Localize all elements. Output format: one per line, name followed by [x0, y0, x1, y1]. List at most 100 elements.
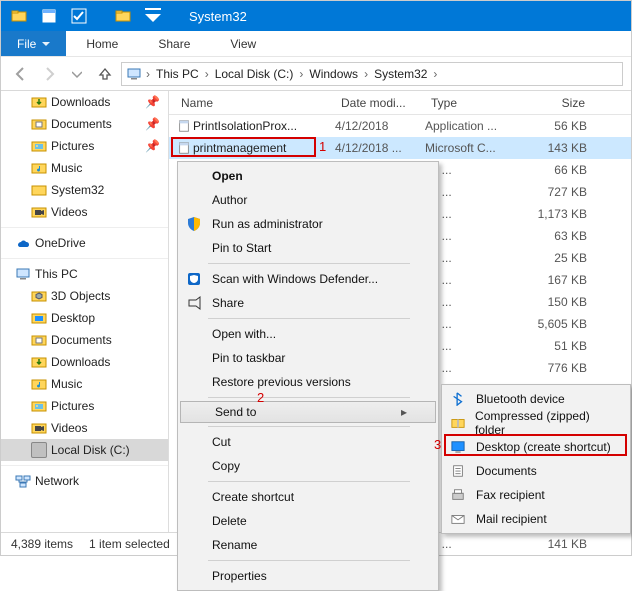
status-selected: 1 item selected [89, 537, 170, 551]
chevron-right-icon: ▸ [401, 405, 407, 419]
zip-folder-icon [448, 416, 467, 430]
pc-icon [126, 66, 142, 82]
pin-icon: 📌 [145, 95, 160, 109]
status-count: 4,389 items [11, 537, 73, 551]
share-tab[interactable]: Share [138, 31, 210, 56]
ctx-cut[interactable]: Cut [178, 430, 438, 454]
folder-app-icon [7, 8, 31, 24]
ctx-send-to[interactable]: Send to▸ [180, 401, 436, 423]
ctx-scan-defender[interactable]: Scan with Windows Defender... [178, 267, 438, 291]
network-icon [15, 473, 31, 489]
tree-item-system32[interactable]: System32 [1, 179, 168, 201]
quick-access-toolbar [1, 8, 185, 24]
crumb-windows[interactable]: Windows [307, 65, 360, 83]
fax-icon [448, 488, 468, 502]
ctx-create-shortcut[interactable]: Create shortcut [178, 485, 438, 509]
tree-item-documents[interactable]: Documents📌 [1, 113, 168, 135]
defender-icon [184, 271, 204, 287]
qat-checkbox-icon[interactable] [67, 8, 91, 24]
ctx-run-admin[interactable]: Run as administrator [178, 212, 438, 236]
tree-item-videos[interactable]: Videos [1, 417, 168, 439]
ctx-delete[interactable]: Delete [178, 509, 438, 533]
ctx-pin-start[interactable]: Pin to Start [178, 236, 438, 260]
tree-local-disk[interactable]: Local Disk (C:) [1, 439, 168, 461]
mail-icon [448, 512, 468, 526]
ctx-open-with[interactable]: Open with... [178, 322, 438, 346]
tree-item-desktop[interactable]: Desktop [1, 307, 168, 329]
navbar: › This PC › Local Disk (C:) › Windows › … [1, 57, 631, 91]
sendto-bluetooth[interactable]: Bluetooth device [442, 387, 630, 411]
chevron-right-icon[interactable]: › [431, 67, 439, 81]
tree-item-downloads[interactable]: Downloads📌 [1, 91, 168, 113]
tree-item-music[interactable]: Music [1, 373, 168, 395]
col-name[interactable]: Name [175, 91, 335, 114]
file-tab[interactable]: File [1, 31, 66, 56]
crumb-system32[interactable]: System32 [372, 65, 429, 83]
shield-icon [184, 216, 204, 232]
titlebar: System32 [1, 1, 631, 31]
chevron-right-icon[interactable]: › [203, 67, 211, 81]
sendto-zip[interactable]: Compressed (zipped) folder [442, 411, 630, 435]
ctx-copy[interactable]: Copy [178, 454, 438, 478]
drive-icon [31, 442, 47, 458]
tree-onedrive[interactable]: OneDrive [1, 232, 168, 254]
documents-icon [448, 464, 468, 478]
crumb-drive[interactable]: Local Disk (C:) [213, 65, 296, 83]
col-date[interactable]: Date modi... [335, 91, 425, 114]
tree-thispc[interactable]: This PC [1, 263, 168, 285]
history-dropdown[interactable] [65, 62, 89, 86]
tree-item-documents[interactable]: Documents [1, 329, 168, 351]
column-headers[interactable]: Name Date modi... Type Size [169, 91, 631, 115]
dropdown-icon[interactable] [141, 8, 165, 24]
ctx-share[interactable]: Share [178, 291, 438, 315]
onedrive-icon [15, 235, 31, 251]
tree-item-pictures[interactable]: Pictures📌 [1, 135, 168, 157]
breadcrumb[interactable]: › This PC › Local Disk (C:) › Windows › … [121, 62, 623, 86]
ctx-author[interactable]: Author [178, 188, 438, 212]
file-row[interactable]: PrintIsolationProx...4/12/2018Applicatio… [169, 115, 631, 137]
file-list[interactable]: Name Date modi... Type Size PrintIsolati… [169, 91, 631, 532]
chevron-right-icon[interactable]: › [297, 67, 305, 81]
share-icon [184, 295, 204, 311]
up-button[interactable] [93, 62, 117, 86]
tree-item-3d-objects[interactable]: 3D Objects [1, 285, 168, 307]
sendto-desktop[interactable]: Desktop (create shortcut) [442, 435, 630, 459]
ctx-restore-versions[interactable]: Restore previous versions [178, 370, 438, 394]
tree-item-music[interactable]: Music [1, 157, 168, 179]
ribbon-menubar: File Home Share View [1, 31, 631, 57]
chevron-right-icon[interactable]: › [362, 67, 370, 81]
forward-button[interactable] [37, 62, 61, 86]
file-row[interactable]: printmanagement4/12/2018 ...Microsoft C.… [169, 137, 631, 159]
nav-tree[interactable]: Downloads📌Documents📌Pictures📌MusicSystem… [1, 91, 169, 532]
ctx-rename[interactable]: Rename [178, 533, 438, 557]
tree-item-videos[interactable]: Videos [1, 201, 168, 223]
folder-title-icon [111, 8, 135, 24]
pin-icon: 📌 [145, 139, 160, 153]
context-menu[interactable]: Open Author Run as administrator Pin to … [177, 161, 439, 591]
ctx-open[interactable]: Open [178, 164, 438, 188]
back-button[interactable] [9, 62, 33, 86]
pc-icon [15, 266, 31, 282]
ctx-pin-taskbar[interactable]: Pin to taskbar [178, 346, 438, 370]
pin-icon: 📌 [145, 117, 160, 131]
tree-item-pictures[interactable]: Pictures [1, 395, 168, 417]
sendto-mail[interactable]: Mail recipient [442, 507, 630, 531]
col-type[interactable]: Type [425, 91, 523, 114]
bluetooth-icon [448, 392, 468, 406]
sendto-submenu[interactable]: Bluetooth device Compressed (zipped) fol… [441, 384, 631, 534]
tree-network[interactable]: Network [1, 470, 168, 492]
main-area: Downloads📌Documents📌Pictures📌MusicSystem… [1, 91, 631, 532]
ctx-properties[interactable]: Properties [178, 564, 438, 588]
qat-properties-icon[interactable] [37, 8, 61, 24]
window-title: System32 [189, 9, 247, 24]
sendto-documents[interactable]: Documents [442, 459, 630, 483]
desktop-icon [448, 440, 468, 454]
crumb-thispc[interactable]: This PC [154, 65, 201, 83]
file-icon [175, 119, 193, 133]
tree-item-downloads[interactable]: Downloads [1, 351, 168, 373]
sendto-fax[interactable]: Fax recipient [442, 483, 630, 507]
chevron-right-icon[interactable]: › [144, 67, 152, 81]
home-tab[interactable]: Home [66, 31, 138, 56]
view-tab[interactable]: View [210, 31, 276, 56]
col-size[interactable]: Size [523, 91, 591, 114]
